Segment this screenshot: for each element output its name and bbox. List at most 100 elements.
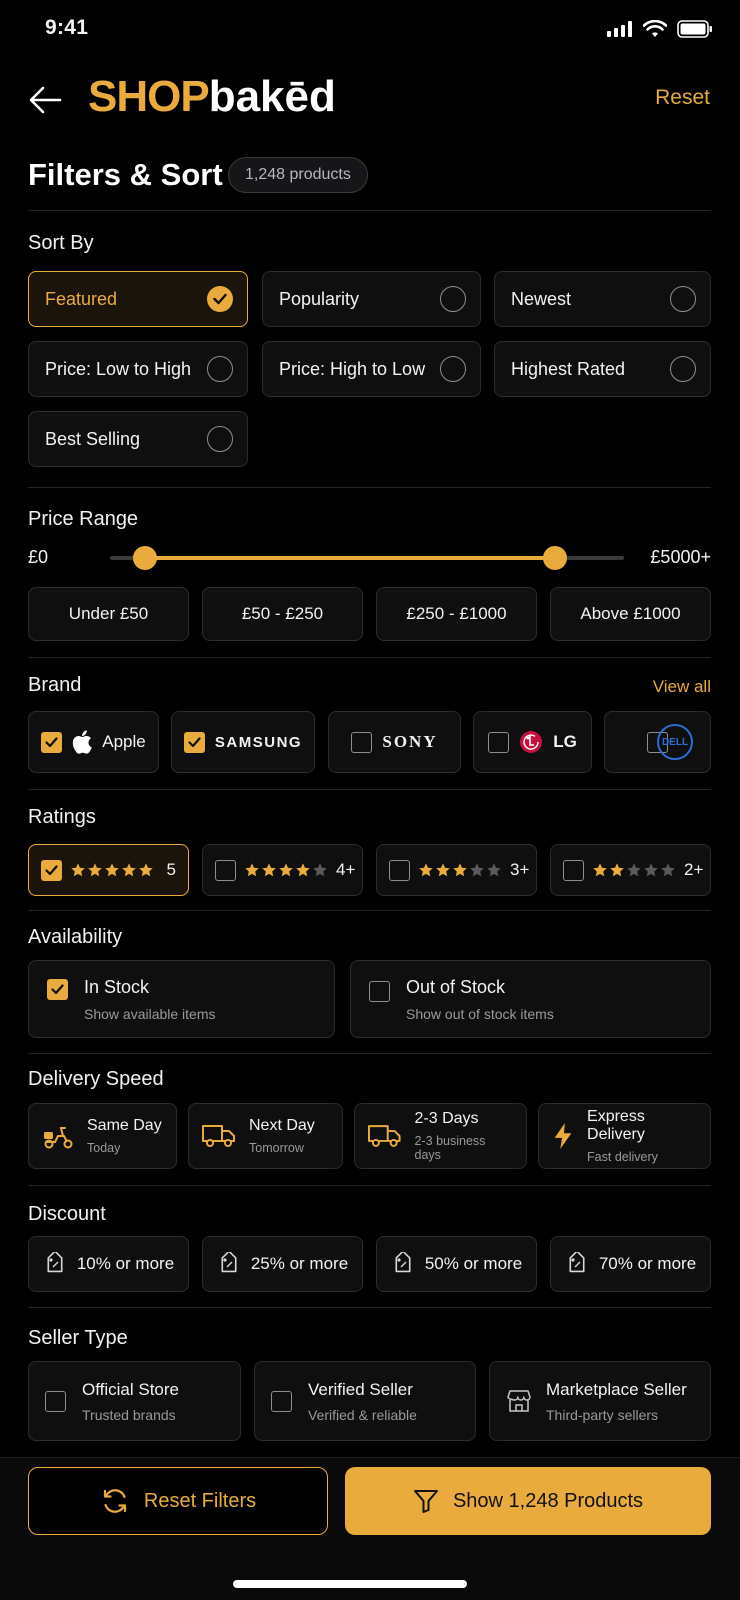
divider: [28, 1307, 711, 1308]
price-chip[interactable]: Under £50: [28, 587, 189, 641]
availability-label: Out of Stock: [406, 977, 506, 997]
logo: SHOPbakēd: [88, 75, 336, 119]
status-bar: 9:41: [0, 0, 740, 60]
availability-in-stock[interactable]: In Stock Show available items: [28, 960, 335, 1038]
sort-option-popularity[interactable]: Popularity: [262, 271, 481, 327]
radio-icon: [207, 356, 233, 382]
delivery-next-day[interactable]: Next Day Tomorrow: [188, 1103, 343, 1169]
seller-verified[interactable]: Verified Seller Verified & reliable: [254, 1361, 476, 1441]
brand-dell[interactable]: DELL: [604, 711, 711, 773]
seller-official-store[interactable]: Official Store Trusted brands: [28, 1361, 241, 1441]
delivery-text: Next Day Tomorrow: [249, 1117, 315, 1155]
apple-logo-icon: [73, 730, 93, 754]
radio-icon: [670, 356, 696, 382]
logo-baked: bakēd: [208, 72, 336, 121]
star-filled-icon: [453, 863, 467, 877]
star-filled-icon: [139, 863, 153, 877]
delivery-sublabel: Tomorrow: [249, 1141, 304, 1155]
delivery-section-title: Delivery Speed: [28, 1068, 164, 1090]
sort-option-best-selling[interactable]: Best Selling: [28, 411, 248, 467]
back-button[interactable]: [28, 82, 68, 118]
price-chip[interactable]: £250 - £1000: [376, 587, 537, 641]
sort-option-highest-rated[interactable]: Highest Rated: [494, 341, 711, 397]
delivery-express[interactable]: Express Delivery Fast delivery: [538, 1103, 711, 1169]
price-chip[interactable]: £50 - £250: [202, 587, 363, 641]
discount-label: 25% or more: [250, 1254, 349, 1273]
delivery-label: Next Day: [249, 1117, 315, 1134]
filter-icon: [413, 1490, 438, 1513]
delivery-same-day[interactable]: Same Day Today: [28, 1103, 177, 1169]
star-filled-icon: [245, 863, 259, 877]
discount-option[interactable]: 50% or more: [376, 1236, 537, 1292]
checkbox-checked-icon: [183, 731, 205, 753]
brand-sony[interactable]: SONY: [328, 711, 461, 773]
brand-lg[interactable]: LG: [473, 711, 592, 773]
checkbox-icon: [563, 859, 584, 881]
delivery-text: 2-3 Days 2-3 business days: [415, 1110, 514, 1162]
sort-option-label: Highest Rated: [511, 358, 626, 379]
checkbox-icon: [351, 731, 373, 753]
delivery-sublabel: Today: [87, 1141, 121, 1155]
discount-label: 70% or more: [598, 1254, 697, 1273]
seller-text: Official Store Trusted brands: [82, 1380, 179, 1423]
stars-icon: [592, 862, 676, 878]
show-products-label: Show 1,248 Products: [452, 1489, 644, 1512]
view-all-brands-link[interactable]: View all: [653, 677, 711, 697]
reset-link[interactable]: Reset: [655, 86, 710, 110]
product-count-badge: 1,248 products: [228, 157, 368, 193]
price-chip[interactable]: Above £1000: [550, 587, 711, 641]
discount-option[interactable]: 25% or more: [202, 1236, 363, 1292]
rating-option-5[interactable]: 5: [28, 844, 189, 896]
discount-label: 50% or more: [424, 1254, 523, 1273]
checkbox-icon: [271, 1390, 292, 1412]
sort-option-label: Best Selling: [45, 428, 141, 449]
divider: [28, 657, 711, 658]
truck-icon: [202, 1125, 235, 1147]
sort-option-price-high-low[interactable]: Price: High to Low: [262, 341, 481, 397]
divider: [28, 1053, 711, 1054]
brand-samsung[interactable]: SAMSUNG: [171, 711, 315, 773]
brand-apple[interactable]: Apple: [28, 711, 159, 773]
checkbox-icon: [45, 1390, 66, 1412]
stars-icon: [70, 862, 154, 878]
delivery-label: Express Delivery: [587, 1108, 645, 1143]
sort-option-newest[interactable]: Newest: [494, 271, 711, 327]
price-slider-max-handle[interactable]: [543, 546, 567, 570]
price-slider-min-handle[interactable]: [133, 546, 157, 570]
rating-option-2[interactable]: 2+: [550, 844, 711, 896]
delivery-sublabel: 2-3 business days: [414, 1134, 486, 1162]
star-empty-icon: [487, 863, 501, 877]
sort-option-featured[interactable]: Featured: [28, 271, 248, 327]
delivery-sublabel: Fast delivery: [587, 1150, 658, 1164]
home-indicator: [233, 1580, 467, 1588]
rating-option-3[interactable]: 3+: [376, 844, 537, 896]
star-filled-icon: [279, 863, 293, 877]
signal-icon: [607, 21, 632, 37]
star-filled-icon: [105, 863, 119, 877]
scooter-icon: [44, 1127, 73, 1149]
tag-icon: [47, 1252, 63, 1273]
discount-option[interactable]: 10% or more: [28, 1236, 189, 1292]
delivery-2-3-days[interactable]: 2-3 Days 2-3 business days: [354, 1103, 527, 1169]
status-time: 9:41: [45, 16, 89, 39]
logo-shop: SHOP: [88, 72, 210, 121]
discount-option[interactable]: 70% or more: [550, 1236, 711, 1292]
price-slider-fill: [145, 556, 555, 560]
availability-label: In Stock: [84, 977, 150, 997]
availability-text: In Stock Show available items: [84, 977, 216, 1022]
rating-label: 5: [166, 860, 176, 879]
availability-out-of-stock[interactable]: Out of Stock Show out of stock items: [350, 960, 711, 1038]
reset-filters-button[interactable]: Reset Filters: [28, 1467, 328, 1535]
sort-option-price-low-high[interactable]: Price: Low to High: [28, 341, 248, 397]
rating-option-4[interactable]: 4+: [202, 844, 363, 896]
seller-marketplace[interactable]: Marketplace Seller Third-party sellers: [489, 1361, 711, 1441]
star-filled-icon: [122, 863, 136, 877]
brand-label: Apple: [102, 732, 146, 751]
show-products-button[interactable]: Show 1,248 Products: [345, 1467, 711, 1535]
seller-text: Marketplace Seller Third-party sellers: [546, 1380, 687, 1423]
seller-sublabel: Third-party sellers: [546, 1406, 659, 1423]
discount-label: 10% or more: [76, 1254, 175, 1273]
star-empty-icon: [470, 863, 484, 877]
seller-section-title: Seller Type: [28, 1327, 128, 1349]
tag-icon: [221, 1252, 237, 1273]
